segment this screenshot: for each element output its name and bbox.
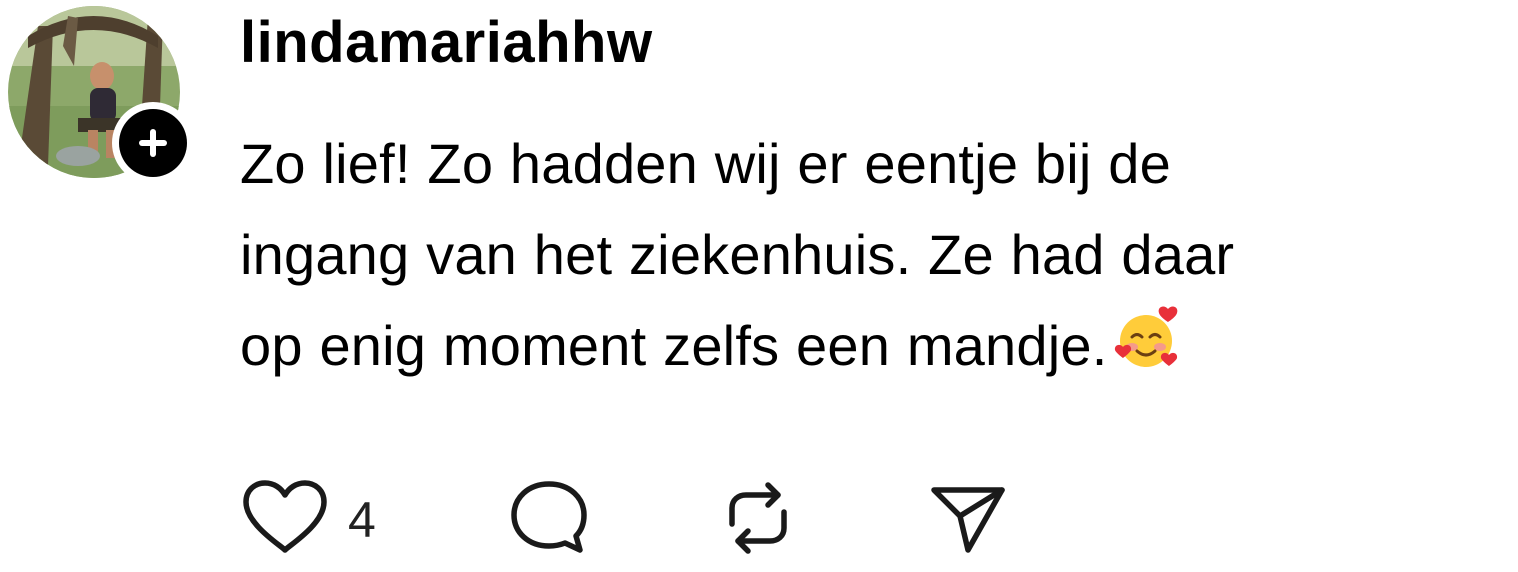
- repost-button[interactable]: [718, 478, 798, 563]
- comment-text: Zo lief! Zo hadden wij er eentje bij de …: [240, 118, 1515, 391]
- avatar-container: [8, 6, 194, 184]
- follow-button[interactable]: [112, 102, 194, 184]
- repost-icon: [729, 482, 787, 554]
- share-button[interactable]: [928, 478, 1008, 563]
- smiling-face-with-hearts-icon: [1115, 306, 1178, 367]
- comment-line: ingang van het ziekenhuis. Ze had daar: [240, 223, 1235, 286]
- heart-icon: [243, 480, 327, 553]
- plus-icon: [139, 129, 167, 157]
- like-button[interactable]: [240, 478, 330, 563]
- comment-line: op enig moment zelfs een mandje.: [240, 300, 1515, 391]
- comment-line: Zo lief! Zo hadden wij er eentje bij de: [240, 132, 1171, 195]
- comment-button[interactable]: [508, 478, 590, 563]
- share-icon: [931, 487, 1005, 553]
- comment-icon: [511, 481, 587, 553]
- follow-badge-circle: [119, 109, 187, 177]
- comment-line-text: op enig moment zelfs een mandje.: [240, 314, 1108, 377]
- like-count: 4: [348, 492, 376, 548]
- username[interactable]: lindamariahhw: [240, 8, 653, 78]
